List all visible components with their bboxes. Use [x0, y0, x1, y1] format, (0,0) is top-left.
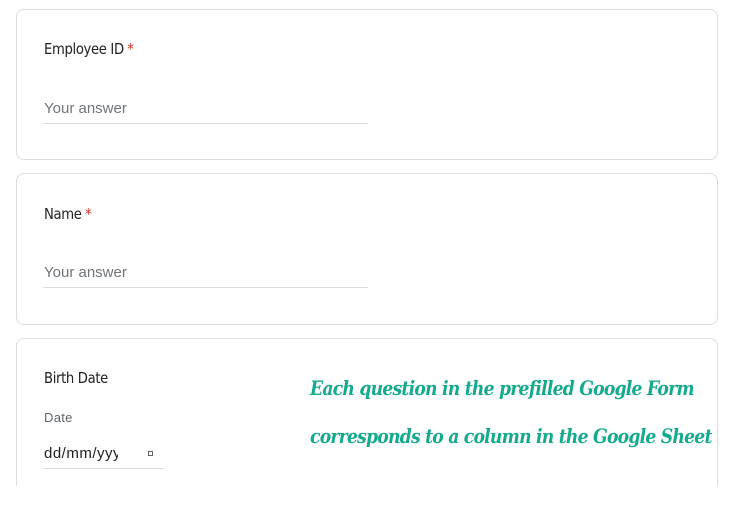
question-title-name: Name *	[44, 205, 92, 223]
name-input[interactable]: Your answer	[43, 258, 368, 288]
annotation-line-1: Each question in the prefilled Google Fo…	[310, 376, 695, 400]
question-title-birth-date: Birth Date	[44, 369, 108, 387]
required-asterisk: *	[85, 205, 92, 223]
required-asterisk: *	[127, 40, 134, 58]
question-title-text: Name	[44, 205, 82, 223]
date-sub-label: Date	[44, 410, 73, 425]
birth-date-input[interactable]: dd/mm/yyyy	[43, 440, 164, 469]
calendar-icon[interactable]	[148, 451, 153, 456]
employee-id-placeholder: Your answer	[44, 100, 127, 117]
birth-date-value: dd/mm/yyyy	[44, 445, 118, 462]
question-title-employee-id: Employee ID *	[44, 40, 134, 58]
question-card-name: Name * Your answer	[16, 173, 718, 325]
question-card-employee-id: Employee ID * Your answer	[16, 9, 718, 160]
google-form-page: Employee ID * Your answer Name * Your answ…	[0, 0, 739, 518]
question-title-text: Employee ID	[44, 40, 124, 58]
employee-id-input[interactable]: Your answer	[43, 94, 368, 124]
question-title-text: Birth Date	[44, 369, 108, 387]
screenshot-bottom-edge	[0, 486, 739, 518]
name-placeholder: Your answer	[44, 264, 127, 281]
annotation-line-2: corresponds to a column in the Google Sh…	[310, 424, 712, 448]
annotation-callout: Each question in the prefilled Google Fo…	[310, 364, 712, 460]
